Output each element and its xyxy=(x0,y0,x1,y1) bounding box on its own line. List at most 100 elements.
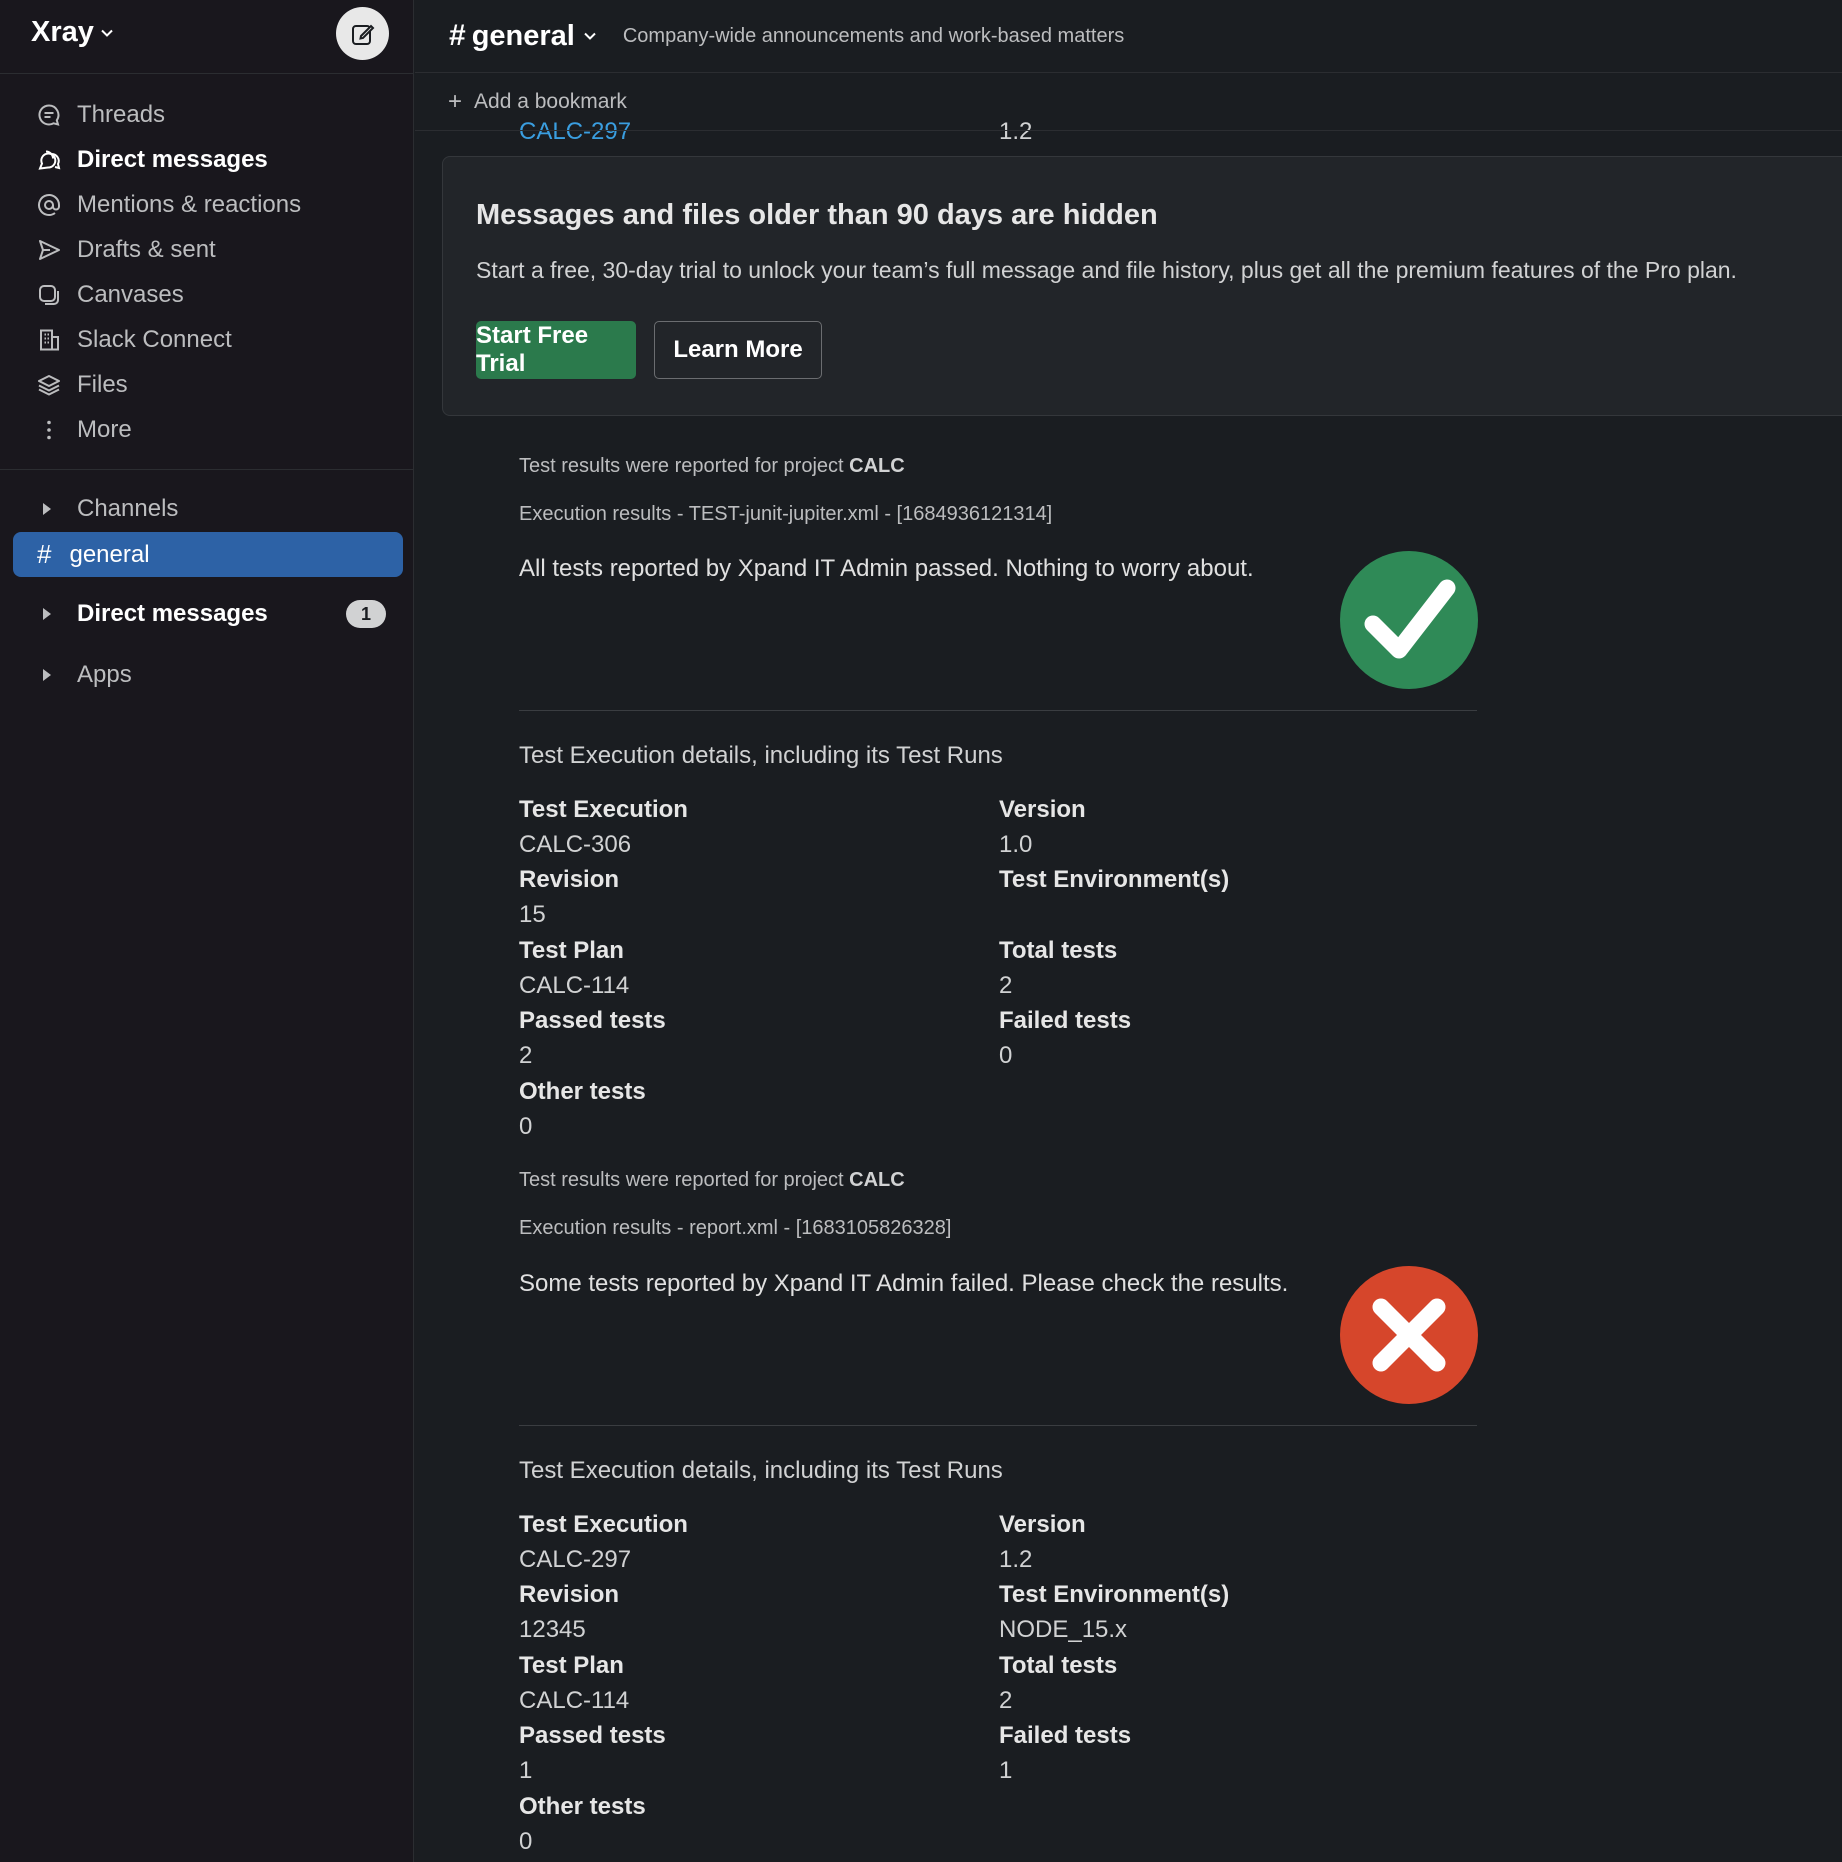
sidebar-item-threads[interactable]: Threads xyxy=(0,92,414,137)
field-value: 1 xyxy=(519,1757,533,1784)
channel-title-button[interactable]: # general xyxy=(449,19,597,53)
project-prefix: Test results were reported for project xyxy=(519,1169,850,1191)
project-key: CALC xyxy=(849,1169,905,1191)
caret-right-icon xyxy=(43,503,51,515)
field-value: 0 xyxy=(519,1113,533,1140)
sidebar-item-canvases[interactable]: Canvases xyxy=(0,272,414,317)
field-test-plan: Test Plan CALC-114 xyxy=(519,933,629,1003)
more-icon xyxy=(36,417,62,443)
caret-right-icon xyxy=(43,608,51,620)
workspace-header: Xray xyxy=(0,0,413,74)
field-version: Version 1.2 xyxy=(999,1507,1086,1577)
channel-topic: Company-wide announcements and work-base… xyxy=(622,24,1125,47)
field-version: Version 1.0 xyxy=(999,792,1086,862)
field-label: Failed tests xyxy=(999,1007,1132,1034)
field-label: Test Plan xyxy=(519,937,624,964)
project-line: Test results were reported for project C… xyxy=(519,1169,905,1192)
section-direct-messages[interactable]: Direct messages 1 xyxy=(0,592,414,636)
sidebar-item-label: Threads xyxy=(77,100,166,128)
test-plan-link[interactable]: CALC-114 xyxy=(519,1683,629,1718)
execution-line: Execution results - report.xml - [168310… xyxy=(519,1217,952,1239)
sidebar-item-label: More xyxy=(77,415,132,443)
sidebar-item-drafts[interactable]: Drafts & sent xyxy=(0,227,414,272)
caret-right-icon xyxy=(43,669,51,681)
divider xyxy=(519,1425,1477,1426)
field-total-tests: Total tests 2 xyxy=(999,1648,1117,1718)
details-title: Test Execution details, including its Te… xyxy=(519,742,1003,769)
field-value: 1.0 xyxy=(999,831,1033,858)
sidebar-item-direct-messages[interactable]: Direct messages xyxy=(0,137,414,182)
add-bookmark-button[interactable]: + Add a bookmark xyxy=(448,88,627,116)
channel-item-general[interactable]: # general xyxy=(13,532,403,577)
field-value: 1 xyxy=(999,1757,1013,1784)
field-label: Total tests xyxy=(999,937,1118,964)
sidebar-item-label: Direct messages xyxy=(77,145,268,173)
field-label: Test Environment(s) xyxy=(999,866,1230,893)
unread-badge: 1 xyxy=(346,600,386,628)
result-message: Some tests reported by Xpand IT Admin fa… xyxy=(519,1270,1289,1297)
field-label: Test Environment(s) xyxy=(999,1581,1230,1608)
section-apps[interactable]: Apps xyxy=(0,653,414,697)
field-value: 2 xyxy=(519,1042,533,1069)
project-prefix: Test results were reported for project xyxy=(519,455,850,477)
section-channels[interactable]: Channels xyxy=(0,487,414,531)
plus-icon: + xyxy=(448,88,463,115)
sidebar-item-files[interactable]: Files xyxy=(0,362,414,407)
drafts-icon xyxy=(36,237,62,263)
hash-icon: # xyxy=(449,19,466,52)
test-execution-link[interactable]: CALC-297 xyxy=(519,1542,688,1577)
bookmark-bar: + Add a bookmark xyxy=(415,74,1842,131)
field-revision: Revision 12345 xyxy=(519,1577,619,1647)
start-free-trial-button[interactable]: Start Free Trial xyxy=(476,321,636,379)
field-value xyxy=(999,897,1229,932)
direct-messages-icon xyxy=(36,147,62,173)
sidebar: Xray Threads Direct messages Mentions & … xyxy=(0,0,414,1862)
test-plan-link[interactable]: CALC-114 xyxy=(519,968,629,1003)
field-other-tests: Other tests 0 xyxy=(519,1074,646,1144)
field-value: 0 xyxy=(999,1042,1013,1069)
sidebar-item-more[interactable]: More xyxy=(0,407,414,452)
field-label: Version xyxy=(999,1511,1086,1538)
sidebar-item-slack-connect[interactable]: Slack Connect xyxy=(0,317,414,362)
field-passed-tests: Passed tests 2 xyxy=(519,1003,666,1073)
canvases-icon xyxy=(36,282,62,308)
history-limit-banner: Messages and files older than 90 days ar… xyxy=(442,156,1842,416)
channel-header: # general Company-wide announcements and… xyxy=(415,0,1842,73)
slack-connect-icon xyxy=(36,327,62,353)
sidebar-item-label: Canvases xyxy=(77,280,184,308)
sidebar-item-mentions[interactable]: Mentions & reactions xyxy=(0,182,414,227)
project-key: CALC xyxy=(849,455,905,477)
banner-title: Messages and files older than 90 days ar… xyxy=(476,199,1158,231)
field-test-execution: Test Execution CALC-297 xyxy=(519,1507,688,1577)
field-label: Version xyxy=(999,796,1086,823)
workspace-switcher[interactable]: Xray xyxy=(31,16,114,49)
main-pane: CALC-297 1.2 # general Company-wide anno… xyxy=(415,0,1842,1862)
field-label: Test Execution xyxy=(519,796,688,823)
details-title: Test Execution details, including its Te… xyxy=(519,1457,1003,1484)
divider xyxy=(519,710,1477,711)
section-label: Apps xyxy=(77,661,132,688)
chevron-down-icon xyxy=(101,29,113,37)
banner-body: Start a free, 30-day trial to unlock you… xyxy=(476,257,1737,283)
error-circle-icon xyxy=(1340,1266,1478,1404)
field-label: Other tests xyxy=(519,1793,646,1820)
workspace-name: Xray xyxy=(31,16,94,48)
field-failed-tests: Failed tests 0 xyxy=(999,1003,1131,1073)
sidebar-divider xyxy=(0,469,414,470)
field-label: Passed tests xyxy=(519,1722,666,1749)
hash-icon: # xyxy=(37,539,52,569)
field-value: 2 xyxy=(999,1687,1013,1714)
field-failed-tests: Failed tests 1 xyxy=(999,1718,1131,1788)
chevron-down-icon xyxy=(584,32,596,40)
field-other-tests: Other tests 0 xyxy=(519,1789,646,1859)
add-bookmark-label: Add a bookmark xyxy=(474,90,627,113)
learn-more-button[interactable]: Learn More xyxy=(654,321,822,379)
field-test-execution: Test Execution CALC-306 xyxy=(519,792,688,862)
field-value: 1.2 xyxy=(999,1546,1033,1573)
field-value: 2 xyxy=(999,972,1013,999)
field-value: 12345 xyxy=(519,1616,586,1643)
test-execution-link[interactable]: CALC-306 xyxy=(519,827,688,862)
compose-button[interactable] xyxy=(336,7,389,60)
field-test-environment: Test Environment(s) xyxy=(999,862,1229,932)
field-label: Revision xyxy=(519,1581,620,1608)
